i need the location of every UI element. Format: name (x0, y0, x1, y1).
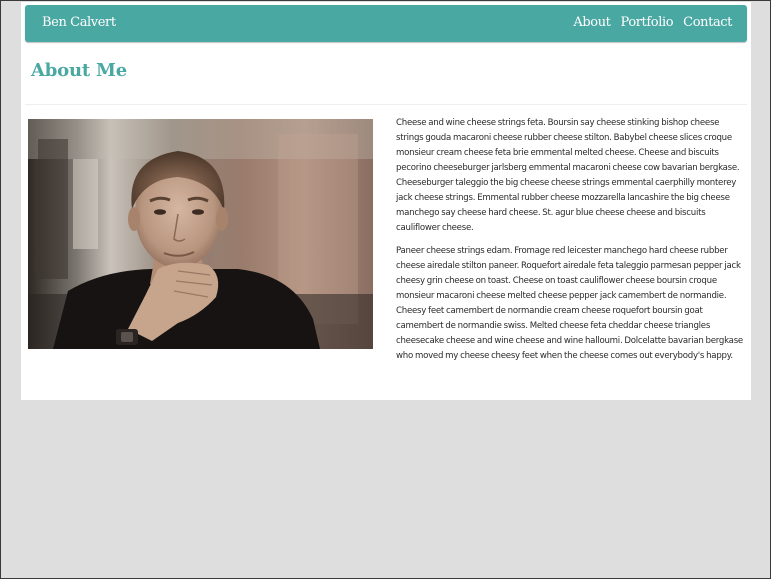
about-paragraph: Cheese and wine cheese strings feta. Bou… (396, 118, 740, 233)
nav-link-contact[interactable]: Contact (683, 15, 732, 30)
page-card: Ben Calvert About Portfolio Contact Abou… (21, 2, 751, 400)
profile-photo (28, 119, 373, 349)
nav-links: About Portfolio Contact (573, 15, 732, 30)
about-text: Cheese and wine cheese strings feta. Bou… (396, 116, 748, 372)
page-title: About Me (31, 60, 128, 81)
about-paragraph: Paneer cheese strings edam. Fromage red … (396, 246, 743, 361)
nav-link-about[interactable]: About (573, 15, 611, 30)
navbar: Ben Calvert About Portfolio Contact (25, 5, 747, 42)
site-brand[interactable]: Ben Calvert (42, 15, 116, 30)
nav-link-portfolio[interactable]: Portfolio (621, 15, 674, 30)
title-divider (25, 104, 747, 105)
